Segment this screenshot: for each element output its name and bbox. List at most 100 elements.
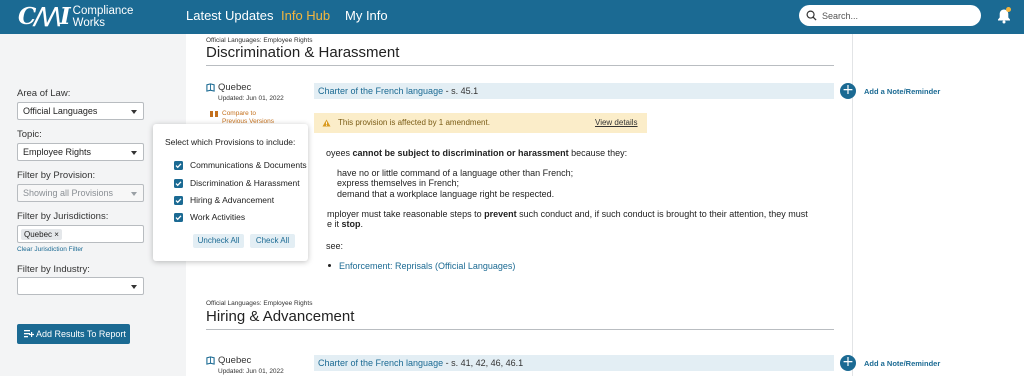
para2-emphasis: prevent (484, 209, 517, 219)
clear-jurisdiction-filter-link[interactable]: Clear Jurisdiction Filter (17, 246, 83, 253)
search-input[interactable] (822, 10, 972, 21)
provision-filter-value: Showing all Provisions (23, 188, 114, 198)
jurisdiction-name: Quebec (218, 82, 252, 93)
provision-filter-select[interactable]: Showing all Provisions (17, 184, 144, 202)
updated-date: Updated: Jun 01, 2022 (218, 95, 284, 102)
para2-line2-text-c: . (360, 219, 364, 229)
nav-info-hub[interactable]: Info Hub (281, 8, 330, 24)
book-icon (206, 356, 215, 365)
section-divider (206, 65, 834, 66)
chevron-down-icon (131, 192, 137, 196)
add-note-reminder-button[interactable]: + Add a Note/Reminder (840, 83, 940, 99)
popover-title: Select which Provisions to include: (165, 137, 296, 147)
area-of-law-label: Area of Law: (17, 88, 71, 99)
nav-latest-updates[interactable]: Latest Updates (186, 8, 273, 24)
list-bullet (328, 264, 331, 267)
chip-remove-icon[interactable]: × (54, 230, 59, 239)
plus-circle-icon: + (840, 83, 856, 99)
search-icon (806, 10, 817, 21)
law-reference-bar: Charter of the French language - s. 41, … (314, 355, 834, 371)
provision-filter-label: Filter by Provision: (17, 170, 96, 181)
law-reference-bar: Charter of the French language - s. 45.1 (314, 83, 834, 99)
jurisdiction-chip-label: Quebec (24, 230, 53, 239)
topic-select[interactable]: Employee Rights (17, 143, 144, 161)
book-icon (206, 83, 215, 92)
charter-french-language-link[interactable]: Charter of the French language (318, 86, 443, 96)
checkbox-checked-icon[interactable] (174, 160, 183, 170)
para2-text-c: such conduct and, if such conduct is bro… (516, 209, 808, 219)
notification-dot (1006, 7, 1011, 12)
jurisdiction-chip[interactable]: Quebec × (21, 229, 62, 240)
checkbox-label: Communications & Documents (190, 160, 307, 170)
chevron-down-icon (131, 110, 137, 114)
topic-value: Employee Rights (23, 147, 92, 157)
section-breadcrumb: Official Languages: Employee Rights (206, 37, 313, 44)
industry-filter-label: Filter by Industry: (17, 264, 90, 275)
view-details-link[interactable]: View details (595, 113, 638, 133)
add-results-to-report-button[interactable]: Add Results To Report (17, 324, 130, 344)
logo-mark: C/\/\I (18, 3, 71, 30)
compare-line-1: Compare to (222, 110, 256, 117)
add-results-label: Add Results To Report (36, 329, 126, 339)
para2-line2-emphasis: stop (341, 219, 361, 229)
jurisdiction-filter-label: Filter by Jurisdictions: (17, 211, 109, 222)
amendment-notice: This provision is affected by 1 amendmen… (314, 113, 647, 133)
amendment-message: This provision is affected by 1 amendmen… (338, 118, 490, 127)
logo-line-2: Works (72, 17, 106, 29)
provision-checkbox-communications[interactable]: Communications & Documents (174, 160, 307, 170)
provision-checkbox-discrimination[interactable]: Discrimination & Harassment (174, 178, 300, 188)
section-title: Hiring & Advancement (206, 308, 355, 325)
checkbox-label: Hiring & Advancement (190, 195, 275, 205)
warning-icon (322, 119, 331, 127)
provision-filter-popover: Select which Provisions to include: Comm… (153, 124, 308, 261)
chevron-down-icon (131, 285, 137, 289)
logo-text: Compliance Works (73, 5, 134, 29)
list-item: express themselves in French; (337, 178, 460, 188)
industry-filter-select[interactable] (17, 277, 144, 295)
para1-text-a: oyees (326, 148, 353, 158)
search-box[interactable] (799, 5, 981, 26)
checkbox-label: Discrimination & Harassment (190, 178, 300, 188)
enforcement-reprisals-link[interactable]: Enforcement: Reprisals (Official Languag… (339, 261, 515, 271)
provision-checkbox-work-activities[interactable]: Work Activities (174, 212, 245, 222)
topic-label: Topic: (17, 129, 42, 140)
compare-versions-icon (210, 111, 218, 117)
check-all-button[interactable]: Check All (250, 234, 295, 248)
para2-text-a: mployer must take reasonable steps to (327, 209, 485, 219)
checkbox-checked-icon[interactable] (174, 178, 183, 188)
section-numbers: - s. 41, 42, 46, 46.1 (443, 358, 524, 368)
uncheck-all-button[interactable]: Uncheck All (193, 234, 244, 248)
section-number: - s. 45.1 (443, 86, 479, 96)
nav-my-info[interactable]: My Info (345, 8, 388, 24)
area-of-law-select[interactable]: Official Languages (17, 102, 144, 120)
add-note-label: Add a Note/Reminder (864, 358, 941, 368)
add-to-list-icon (24, 330, 34, 338)
para1-text-c: because they: (568, 148, 628, 158)
logo-line-1: Compliance (72, 5, 134, 17)
compliance-works-logo[interactable]: C/\/\I Compliance Works (18, 4, 133, 30)
para1-emphasis: cannot be subject to discrimination or h… (352, 148, 569, 158)
charter-french-language-link[interactable]: Charter of the French language (318, 358, 443, 368)
add-note-label: Add a Note/Reminder (864, 86, 941, 96)
para2-line2-text-a: e it (327, 219, 342, 229)
provision-checkbox-hiring[interactable]: Hiring & Advancement (174, 195, 274, 205)
provision-paragraph-1: oyees cannot be subject to discriminatio… (326, 148, 627, 158)
provision-paragraph-2-line-2: e it stop. (327, 219, 363, 229)
plus-circle-icon: + (840, 355, 856, 371)
section-breadcrumb: Official Languages: Employee Rights (206, 300, 313, 307)
chevron-down-icon (131, 151, 137, 155)
jurisdiction-filter-input[interactable]: Quebec × (17, 225, 144, 243)
checkbox-checked-icon[interactable] (174, 212, 183, 222)
see-also-label: see: (326, 241, 344, 251)
top-navigation-bar: C/\/\I Compliance Works Latest Updates I… (0, 0, 1024, 34)
add-note-reminder-button[interactable]: + Add a Note/Reminder (840, 355, 940, 371)
provision-paragraph-2-line-1: mployer must take reasonable steps to pr… (327, 209, 808, 219)
list-item: demand that a workplace language right b… (337, 189, 555, 199)
jurisdiction-name: Quebec (218, 355, 252, 366)
checkbox-checked-icon[interactable] (174, 195, 183, 205)
section-title: Discrimination & Harassment (206, 44, 400, 61)
area-of-law-value: Official Languages (23, 106, 98, 116)
checkbox-label: Work Activities (190, 212, 246, 222)
section-divider (206, 329, 834, 330)
list-item: have no or little command of a language … (337, 168, 574, 178)
